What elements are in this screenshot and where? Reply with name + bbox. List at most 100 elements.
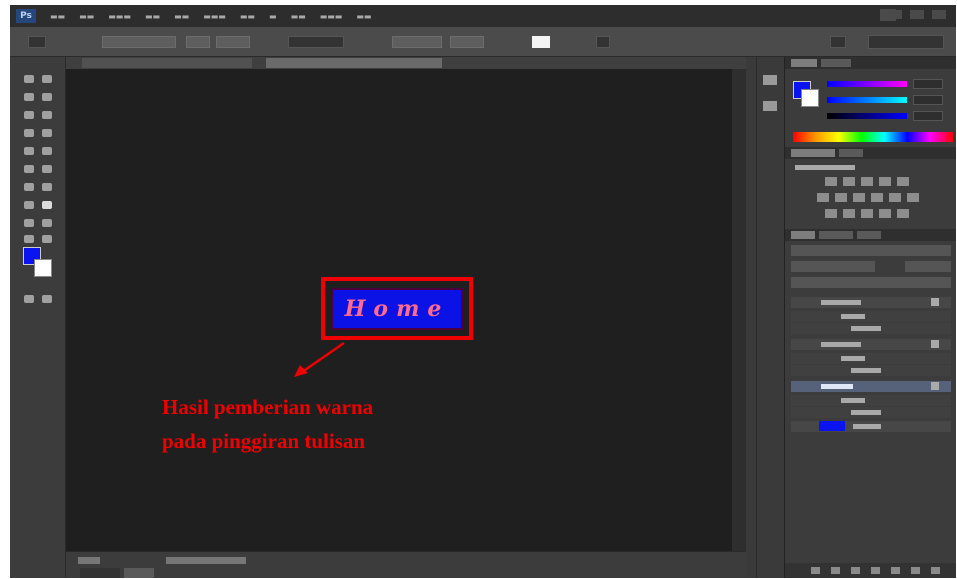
gradient-map-icon[interactable] [879, 209, 891, 218]
layer-row-selected[interactable] [791, 381, 951, 392]
background-color-swatch[interactable] [34, 259, 52, 277]
blur-tool-icon[interactable] [24, 183, 34, 191]
gradient-tool-icon[interactable] [42, 165, 52, 173]
vertical-scrollbar[interactable] [732, 69, 746, 551]
character-panel-button[interactable] [830, 36, 846, 48]
type-tool-icon[interactable] [42, 201, 52, 209]
color-spectrum-ramp[interactable] [793, 132, 953, 142]
invert-icon[interactable] [825, 209, 837, 218]
tab-layers[interactable] [791, 231, 815, 239]
font-size-select[interactable] [216, 36, 250, 48]
justify-buttons[interactable] [450, 36, 484, 48]
menu-window[interactable]: ▬▬▬ [320, 12, 343, 21]
vibrance-icon[interactable] [897, 177, 909, 186]
opacity-field[interactable] [905, 261, 951, 272]
healing-tool-icon[interactable] [24, 129, 34, 137]
hand-tool-icon[interactable] [24, 235, 34, 243]
zoom-tool-icon[interactable] [42, 235, 52, 243]
workspace-switcher[interactable] [868, 35, 944, 49]
clone-stamp-tool-icon[interactable] [24, 147, 34, 155]
color-panel-background-swatch[interactable] [801, 89, 819, 107]
eraser-tool-icon[interactable] [24, 165, 34, 173]
marquee-tool-icon[interactable] [42, 75, 52, 83]
dodge-tool-icon[interactable] [42, 183, 52, 191]
shape-tool-icon[interactable] [42, 219, 52, 227]
green-value-field[interactable] [913, 95, 943, 105]
tool-preset-picker[interactable] [28, 36, 46, 48]
black-white-icon[interactable] [853, 193, 865, 202]
layer-row[interactable] [791, 421, 951, 432]
layer-row[interactable] [791, 297, 951, 308]
path-selection-tool-icon[interactable] [24, 219, 34, 227]
menu-layer[interactable]: ▬▬ [145, 12, 160, 21]
menu-type[interactable]: ▬▬ [174, 12, 189, 21]
green-slider[interactable] [827, 97, 907, 103]
brush-tool-icon[interactable] [42, 129, 52, 137]
selective-color-icon[interactable] [897, 209, 909, 218]
curves-icon[interactable] [861, 177, 873, 186]
layer-effect-item[interactable] [791, 323, 951, 334]
screen-mode-icon[interactable] [42, 295, 52, 303]
minimize-icon[interactable] [888, 10, 902, 19]
layer-row[interactable] [791, 339, 951, 350]
font-style-select[interactable] [186, 36, 210, 48]
tab-color[interactable] [791, 59, 817, 67]
font-family-select[interactable] [102, 36, 176, 48]
menu-3d[interactable]: ▬ [269, 12, 277, 21]
maximize-icon[interactable] [910, 10, 924, 19]
exposure-icon[interactable] [879, 177, 891, 186]
menu-view[interactable]: ▬▬ [291, 12, 306, 21]
red-slider[interactable] [827, 81, 907, 87]
delete-layer-icon[interactable] [931, 567, 940, 574]
adjustment-layer-icon[interactable] [871, 567, 880, 574]
tab-paths[interactable] [857, 231, 881, 239]
fx-icon[interactable] [931, 382, 939, 390]
lock-fill-row[interactable] [791, 277, 951, 288]
tab-styles[interactable] [839, 149, 863, 157]
tab-channels[interactable] [819, 231, 853, 239]
blue-value-field[interactable] [913, 111, 943, 121]
hue-saturation-icon[interactable] [817, 193, 829, 202]
posterize-icon[interactable] [843, 209, 855, 218]
align-buttons[interactable] [392, 36, 442, 48]
brightness-icon[interactable] [825, 177, 837, 186]
threshold-icon[interactable] [861, 209, 873, 218]
quick-mask-icon[interactable] [24, 295, 34, 303]
layer-effect-item[interactable] [791, 365, 951, 376]
menu-edit[interactable]: ▬▬ [79, 12, 94, 21]
add-mask-icon[interactable] [851, 567, 860, 574]
layer-effects-row[interactable] [791, 353, 951, 364]
history-brush-tool-icon[interactable] [42, 147, 52, 155]
menu-filter[interactable]: ▬▬ [240, 12, 255, 21]
levels-icon[interactable] [843, 177, 855, 186]
menu-file[interactable]: ▬▬ [50, 12, 65, 21]
lasso-tool-icon[interactable] [24, 93, 34, 101]
layer-effects-row[interactable] [791, 311, 951, 322]
color-balance-icon[interactable] [835, 193, 847, 202]
tab-adjustments[interactable] [791, 149, 835, 157]
tab-swatches[interactable] [821, 59, 851, 67]
fx-icon[interactable] [931, 298, 939, 306]
blend-mode-select[interactable] [791, 261, 875, 272]
crop-tool-icon[interactable] [24, 111, 34, 119]
move-tool-icon[interactable] [24, 75, 34, 83]
menu-help[interactable]: ▬▬ [356, 12, 371, 21]
channel-mixer-icon[interactable] [889, 193, 901, 202]
red-value-field[interactable] [913, 79, 943, 89]
history-panel-icon[interactable] [763, 75, 777, 85]
document-tab[interactable] [82, 58, 252, 68]
add-style-icon[interactable] [831, 567, 840, 574]
pen-tool-icon[interactable] [24, 201, 34, 209]
link-layers-icon[interactable] [811, 567, 820, 574]
mini-bridge-tab[interactable] [80, 568, 120, 578]
quick-select-tool-icon[interactable] [42, 93, 52, 101]
layer-effect-item[interactable] [791, 407, 951, 418]
menu-image[interactable]: ▬▬▬ [108, 12, 131, 21]
timeline-tab[interactable] [124, 568, 154, 578]
document-tab-active[interactable] [266, 58, 442, 68]
text-color-swatch[interactable] [532, 36, 550, 48]
layer-filter-bar[interactable] [791, 245, 951, 256]
properties-panel-icon[interactable] [763, 101, 777, 111]
zoom-level-field[interactable] [78, 557, 100, 564]
new-layer-icon[interactable] [911, 567, 920, 574]
